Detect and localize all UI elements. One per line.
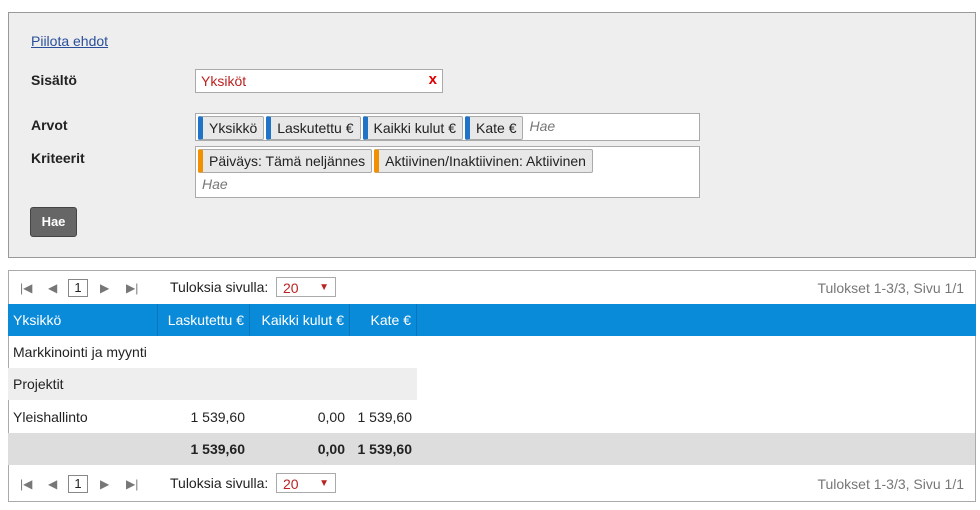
values-field[interactable]: Yksikkö Laskutettu € Kaikki kulut € Kate € H…	[195, 113, 700, 141]
totals-row: 1 539,60 0,00 1 539,60	[8, 433, 975, 465]
first-page-icon[interactable]: |◀	[20, 477, 32, 491]
table-row: Projektit	[8, 368, 417, 400]
table-header: Yksikkö Laskutettu € Kaikki kulut € Kate…	[8, 304, 976, 336]
results-info: Tulokset 1-3/3, Sivu 1/1	[817, 280, 964, 296]
next-page-icon[interactable]: ▶	[100, 281, 109, 295]
hide-criteria-link[interactable]: Piilota ehdot	[31, 33, 108, 49]
table-row: Markkinointi ja myynti	[8, 336, 417, 368]
total-costs: 0,00	[317, 441, 345, 457]
value-chip[interactable]: Yksikkö	[198, 116, 265, 140]
total-margin: 1 539,60	[357, 441, 413, 457]
last-page-icon[interactable]: ▶|	[126, 477, 138, 491]
prev-page-icon[interactable]: ◀	[48, 281, 57, 295]
col-margin[interactable]: Kate €	[350, 304, 417, 336]
pager-top: |◀ ◀ 1 ▶ ▶| Tuloksia sivulla: 20 ▼ Tuloks…	[8, 274, 974, 304]
per-page-label: Tuloksia sivulla:	[170, 279, 269, 295]
dropdown-arrow-icon: ▼	[319, 282, 329, 293]
criteria-search-input[interactable]: Hae	[202, 176, 228, 192]
search-button[interactable]: Hae	[30, 207, 77, 237]
next-page-icon[interactable]: ▶	[100, 477, 109, 491]
total-billed: 1 539,60	[190, 441, 246, 457]
last-page-icon[interactable]: ▶|	[126, 281, 138, 295]
criteria-chip[interactable]: Aktiivinen/Inaktiivinen: Aktiivinen	[374, 149, 593, 173]
per-page-label: Tuloksia sivulla:	[170, 475, 269, 491]
clear-icon[interactable]: x	[429, 71, 437, 88]
content-select[interactable]: Yksiköt x	[195, 69, 443, 93]
pager-bottom: |◀ ◀ 1 ▶ ▶| Tuloksia sivulla: 20 ▼ Tuloks…	[8, 470, 974, 500]
results-info: Tulokset 1-3/3, Sivu 1/1	[817, 476, 964, 492]
dropdown-arrow-icon: ▼	[319, 478, 329, 489]
col-costs[interactable]: Kaikki kulut €	[250, 304, 350, 336]
first-page-icon[interactable]: |◀	[20, 281, 32, 295]
cell-costs: 0,00	[317, 409, 345, 425]
filter-panel: Piilota ehdot Sisältö Yksiköt x Arvot Yk…	[8, 12, 976, 258]
cell-margin: 1 539,60	[357, 409, 413, 425]
criteria-chip[interactable]: Päiväys: Tämä neljännes	[198, 149, 373, 173]
per-page-value: 20	[283, 476, 299, 492]
per-page-value: 20	[283, 280, 299, 296]
value-chip[interactable]: Kate €	[465, 116, 524, 140]
page-input[interactable]: 1	[68, 475, 88, 493]
value-chip[interactable]: Kaikki kulut €	[362, 116, 463, 140]
criteria-field[interactable]: Päiväys: Tämä neljännes Aktiivinen/Inakti…	[195, 146, 700, 198]
col-unit[interactable]: Yksikkö	[8, 304, 158, 336]
cell-unit: Projektit	[13, 376, 64, 392]
cell-billed: 1 539,60	[190, 409, 246, 425]
content-value: Yksiköt	[201, 73, 247, 89]
value-chip[interactable]: Laskutettu €	[266, 116, 361, 140]
col-billed[interactable]: Laskutettu €	[158, 304, 250, 336]
content-label: Sisältö	[31, 72, 77, 88]
values-search-input[interactable]: Hae	[529, 118, 555, 134]
values-label: Arvot	[31, 117, 68, 133]
cell-unit: Yleishallinto	[13, 409, 88, 425]
table-row: Yleishallinto 1 539,60 0,00 1 539,60	[8, 401, 417, 433]
cell-unit: Markkinointi ja myynti	[13, 344, 147, 360]
page-input[interactable]: 1	[68, 279, 88, 297]
criteria-label: Kriteerit	[31, 150, 85, 166]
per-page-select[interactable]: 20 ▼	[276, 473, 336, 493]
prev-page-icon[interactable]: ◀	[48, 477, 57, 491]
per-page-select[interactable]: 20 ▼	[276, 277, 336, 297]
